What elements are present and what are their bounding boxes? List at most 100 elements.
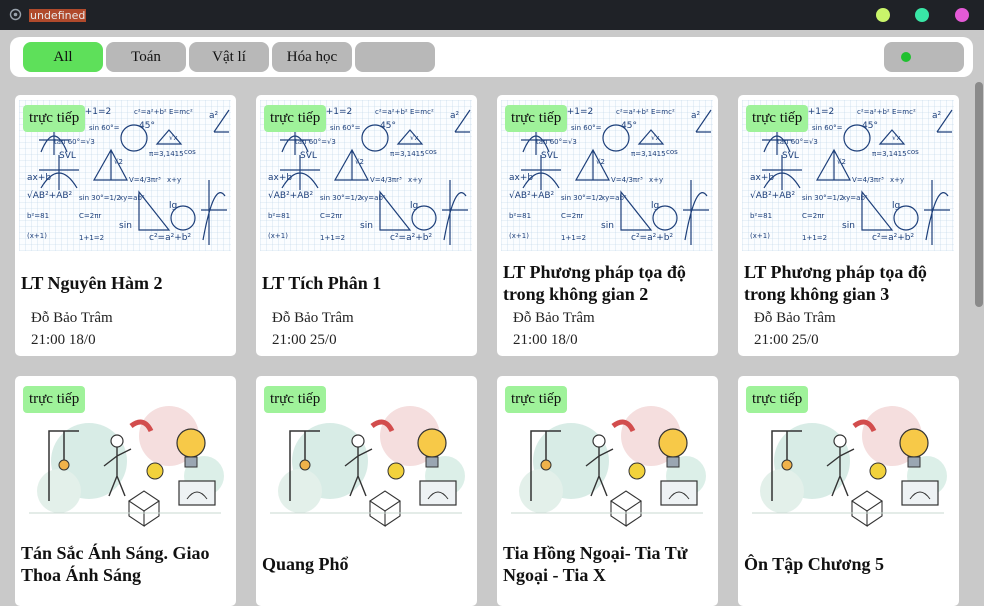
teacher-name: Đỗ Bảo Trâm [31,310,113,326]
course-card[interactable]: 1+1=2 c²=a²+b² E=mc² a² sin 60°= tan 60°=√3 45… [256,95,477,356]
svg-text:ax+b: ax+b [509,173,533,183]
svg-text:sin: sin [360,221,373,231]
svg-text:cos: cos [907,148,919,156]
minimize-button[interactable] [876,8,890,22]
course-title[interactable]: LT Phương pháp tọa độ trong không gian 2 [503,261,713,305]
course-card[interactable]: 1+1=2 c²=a²+b² E=mc² a² sin 60°= tan 60°=√3 45… [738,95,959,356]
svg-text:E=mc²: E=mc² [651,108,675,116]
svg-text:π=3,1415: π=3,1415 [390,150,425,158]
live-badge: trực tiếp [23,105,86,132]
svg-text:c²=a²+b²: c²=a²+b² [390,233,432,243]
svg-text:sin: sin [842,221,855,231]
svg-text:E=mc²: E=mc² [169,108,193,116]
svg-text:sin 60°=: sin 60°= [89,124,120,132]
teacher-name: Đỗ Bảo Trâm [513,310,595,326]
svg-text:c²=a²+b²: c²=a²+b² [375,108,408,116]
svg-text:(x+1): (x+1) [268,232,288,240]
svg-text:V=4/3πr³: V=4/3πr³ [852,176,884,184]
close-button[interactable] [955,8,969,22]
svg-text:sin 30°=1/2: sin 30°=1/2 [561,194,603,202]
teacher-name: Đỗ Bảo Trâm [754,310,836,326]
svg-text:cos: cos [425,148,437,156]
scrollbar-thumb[interactable] [975,82,983,307]
live-badge: trực tiếp [746,386,809,413]
filter-chip-empty[interactable] [355,42,435,72]
svg-text:b²=81: b²=81 [509,212,531,220]
schedule-time: 21:00 25/0 [754,332,819,348]
svg-text:sin 30°=1/2: sin 30°=1/2 [320,194,362,202]
svg-text:√AB²+AB²: √AB²+AB² [750,190,796,201]
svg-text:SVL: SVL [300,151,317,161]
svg-text:1+1=2: 1+1=2 [561,234,586,242]
svg-text:sin: sin [601,221,614,231]
course-title[interactable]: LT Phương pháp tọa độ trong không gian 3 [744,261,954,305]
svg-text:sin 30°=1/2: sin 30°=1/2 [79,194,121,202]
svg-text:c²=a²+b²: c²=a²+b² [631,233,673,243]
course-title[interactable]: Quang Phổ [262,553,472,575]
title-bar: undefined [0,0,984,30]
status-toggle[interactable] [884,42,964,72]
status-dot-icon [901,52,911,62]
svg-text:π=3,1415: π=3,1415 [872,150,907,158]
svg-text:45°: 45° [380,121,396,131]
live-badge: trực tiếp [264,105,327,132]
teacher-name: Đỗ Bảo Trâm [272,310,354,326]
app-icon [9,8,22,21]
filter-chip-toan[interactable]: Toán [106,42,186,72]
svg-text:sin 60°=: sin 60°= [812,124,843,132]
svg-text:a²: a² [450,111,460,121]
svg-text:c²=a²+b²: c²=a²+b² [857,108,890,116]
course-title[interactable]: Tán Sắc Ánh Sáng. Giao Thoa Ánh Sáng [21,542,231,586]
live-badge: trực tiếp [264,386,327,413]
svg-text:sin 60°=: sin 60°= [571,124,602,132]
maximize-button[interactable] [915,8,929,22]
svg-text:ax+b: ax+b [27,173,51,183]
course-card[interactable]: trực tiếp Tia Hồng Ngoại- Tia Tử Ngoại - … [497,376,718,606]
live-badge: trực tiếp [23,386,86,413]
svg-text:(x+1): (x+1) [27,232,47,240]
svg-text:SVL: SVL [59,151,76,161]
svg-text:E=mc²: E=mc² [892,108,916,116]
course-card[interactable]: trực tiếp Quang Phổ [256,376,477,606]
svg-text:x+y: x+y [890,176,904,184]
svg-text:cos: cos [184,148,196,156]
schedule-time: 21:00 18/0 [31,332,96,348]
svg-text:SVL: SVL [541,151,558,161]
svg-text:a²: a² [691,111,701,121]
svg-text:√AB²+AB²: √AB²+AB² [509,190,555,201]
svg-text:b²=81: b²=81 [750,212,772,220]
filter-chip-hoa-hoc[interactable]: Hóa học [272,42,352,72]
svg-text:c²=a²+b²: c²=a²+b² [149,233,191,243]
scrollbar[interactable] [973,78,984,592]
svg-text:45°: 45° [139,121,155,131]
filter-chip-all[interactable]: All [23,42,103,72]
svg-text:a²: a² [209,111,219,121]
svg-text:c²=a²+b²: c²=a²+b² [134,108,167,116]
svg-text:√AB²+AB²: √AB²+AB² [27,190,73,201]
svg-text:sin: sin [119,221,132,231]
svg-text:lg: lg [169,201,177,211]
course-title[interactable]: LT Tích Phân 1 [262,272,472,294]
svg-text:π=3,1415: π=3,1415 [631,150,666,158]
schedule-time: 21:00 25/0 [272,332,337,348]
svg-text:lg: lg [892,201,900,211]
svg-text:(x+1): (x+1) [750,232,770,240]
course-card[interactable]: trực tiếp Tán Sắc Ánh Sáng. Giao Thoa Ánh… [15,376,236,606]
course-title[interactable]: Tia Hồng Ngoại- Tia Tử Ngoại - Tia X [503,542,713,586]
svg-text:x+y: x+y [408,176,422,184]
course-title[interactable]: LT Nguyên Hàm 2 [21,272,231,294]
svg-text:E=mc²: E=mc² [410,108,434,116]
filter-chip-vat-li[interactable]: Vật lí [189,42,269,72]
svg-text:lg: lg [410,201,418,211]
svg-text:a²: a² [932,111,942,121]
svg-text:π=3,1415: π=3,1415 [149,150,184,158]
svg-text:C=2πr: C=2πr [561,212,583,220]
filter-bar: All Toán Vật lí Hóa học [10,37,973,77]
svg-text:lg: lg [651,201,659,211]
schedule-time: 21:00 18/0 [513,332,578,348]
course-card[interactable]: 1+1=2 c²=a²+b² E=mc² a² sin 60°= tan 60°=√3 45… [15,95,236,356]
course-title[interactable]: Ôn Tập Chương 5 [744,553,954,575]
course-card[interactable]: trực tiếp Ôn Tập Chương 5 [738,376,959,606]
svg-text:b²=81: b²=81 [27,212,49,220]
course-card[interactable]: 1+1=2 c²=a²+b² E=mc² a² sin 60°= tan 60°=√3 45… [497,95,718,356]
